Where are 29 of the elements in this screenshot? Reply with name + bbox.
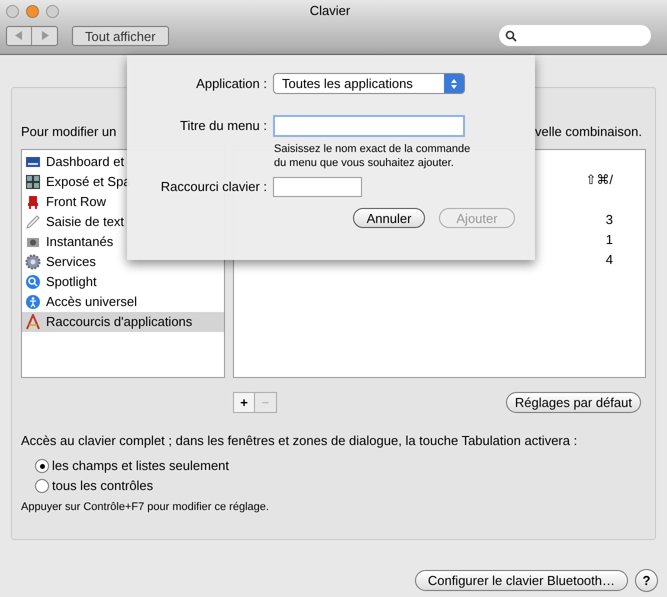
shortcut-key: 4 [606,250,613,270]
defaults-button[interactable]: Réglages par défaut [506,392,641,412]
bluetooth-button[interactable]: Configurer le clavier Bluetooth… [414,570,628,591]
cancel-button[interactable]: Annuler [353,208,425,228]
radio-label: tous les contrôles [52,477,154,496]
hint-text: Appuyer sur Contrôle+F7 pour modifier ce réglage. [21,500,270,515]
shortcut-key: ⇧⌘/ [585,170,613,190]
window-title: Clavier [310,2,350,20]
sidebar-item[interactable]: Services [22,252,224,272]
shortcut-key: 1 [606,230,613,250]
instruction-text: velle combinaison. [535,123,642,141]
application-label: Application : [195,74,267,93]
instruction-text: Pour modifier un [21,123,116,141]
sidebar-item[interactable]: Raccourcis d'applications [22,312,224,332]
sidebar-item[interactable]: Accès universel [22,292,224,312]
menu-title-label: Titre du menu : [179,117,267,136]
shortcut-key: 3 [606,210,613,230]
hint-text: Saisissez le nom exact de la commande du menu que vous souhaitez ajouter. [274,142,472,170]
sidebar-item[interactable]: Spotlight [22,272,224,292]
add-button[interactable]: + [234,392,255,412]
application-select[interactable]: Toutes les applications [273,73,465,94]
full-access-label: Accès au clavier complet ; dans les fenêtres et zones de dialogue, la touche Tabulation activera : [21,432,578,450]
show-all-button[interactable]: Tout afficher [72,26,169,46]
sidebar-item[interactable]: Saisie de text [22,212,224,232]
help-button[interactable]: ? [635,569,658,592]
sidebar-item[interactable]: Front Row [22,192,224,212]
radio-label: les champs et listes seulement [52,457,230,476]
sidebar-item[interactable]: Dashboard et [22,152,224,172]
sidebar-item[interactable]: Instantanés [22,232,224,252]
